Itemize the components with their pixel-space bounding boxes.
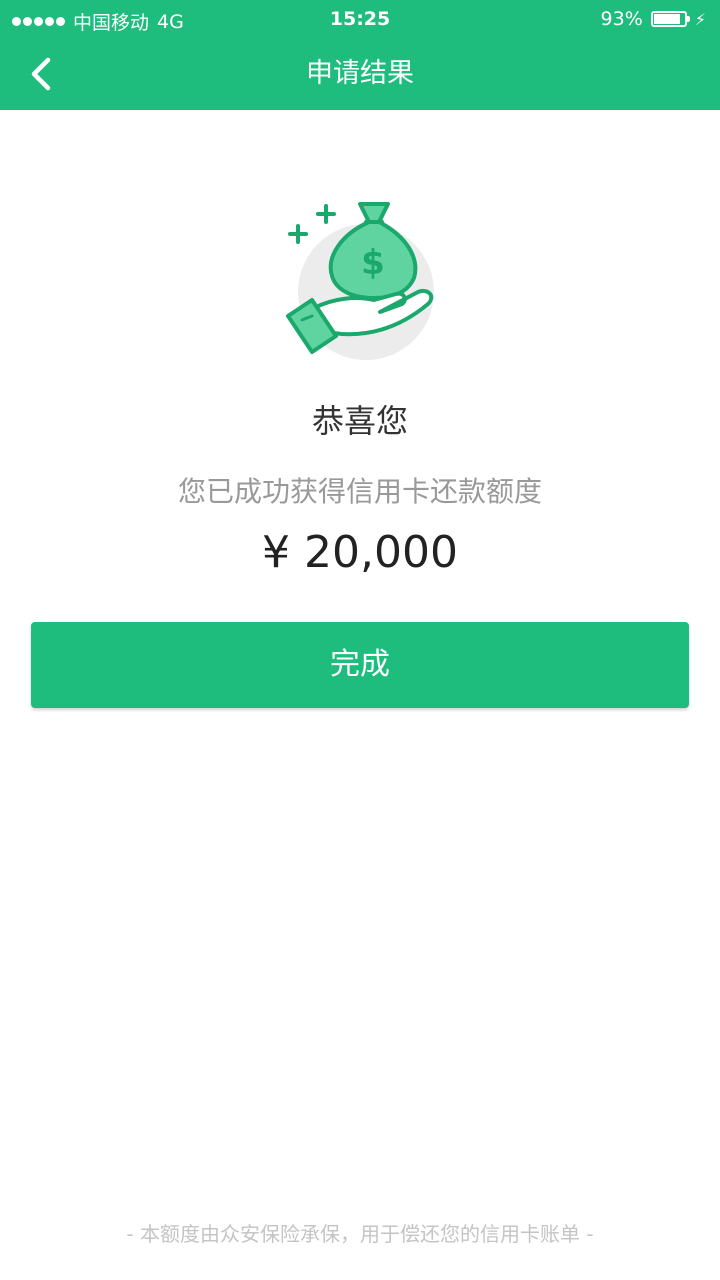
done-button[interactable]: 完成 [31, 622, 689, 708]
svg-text:$: $ [361, 243, 385, 283]
nav-bar: 申请结果 [0, 38, 720, 110]
page-title: 申请结果 [306, 58, 414, 89]
battery-icon [650, 11, 690, 27]
footer-note: - 本额度由众安保险承保，用于偿还您的信用卡账单 - [126, 1222, 594, 1246]
credit-amount: ¥ 20,000 [262, 527, 458, 578]
battery-fill [653, 14, 680, 24]
status-right: 93% ⚡ [601, 8, 706, 30]
money-bag-hand-icon: $ [278, 192, 448, 362]
battery-percent: 93% [600, 8, 643, 30]
status-bar: 中国移动 4G 15:25 93% ⚡ [0, 0, 720, 38]
charging-icon: ⚡ [694, 9, 706, 29]
congrats-heading: 恭喜您 [311, 402, 408, 440]
result-subtitle: 您已成功获得信用卡还款额度 [177, 475, 542, 508]
